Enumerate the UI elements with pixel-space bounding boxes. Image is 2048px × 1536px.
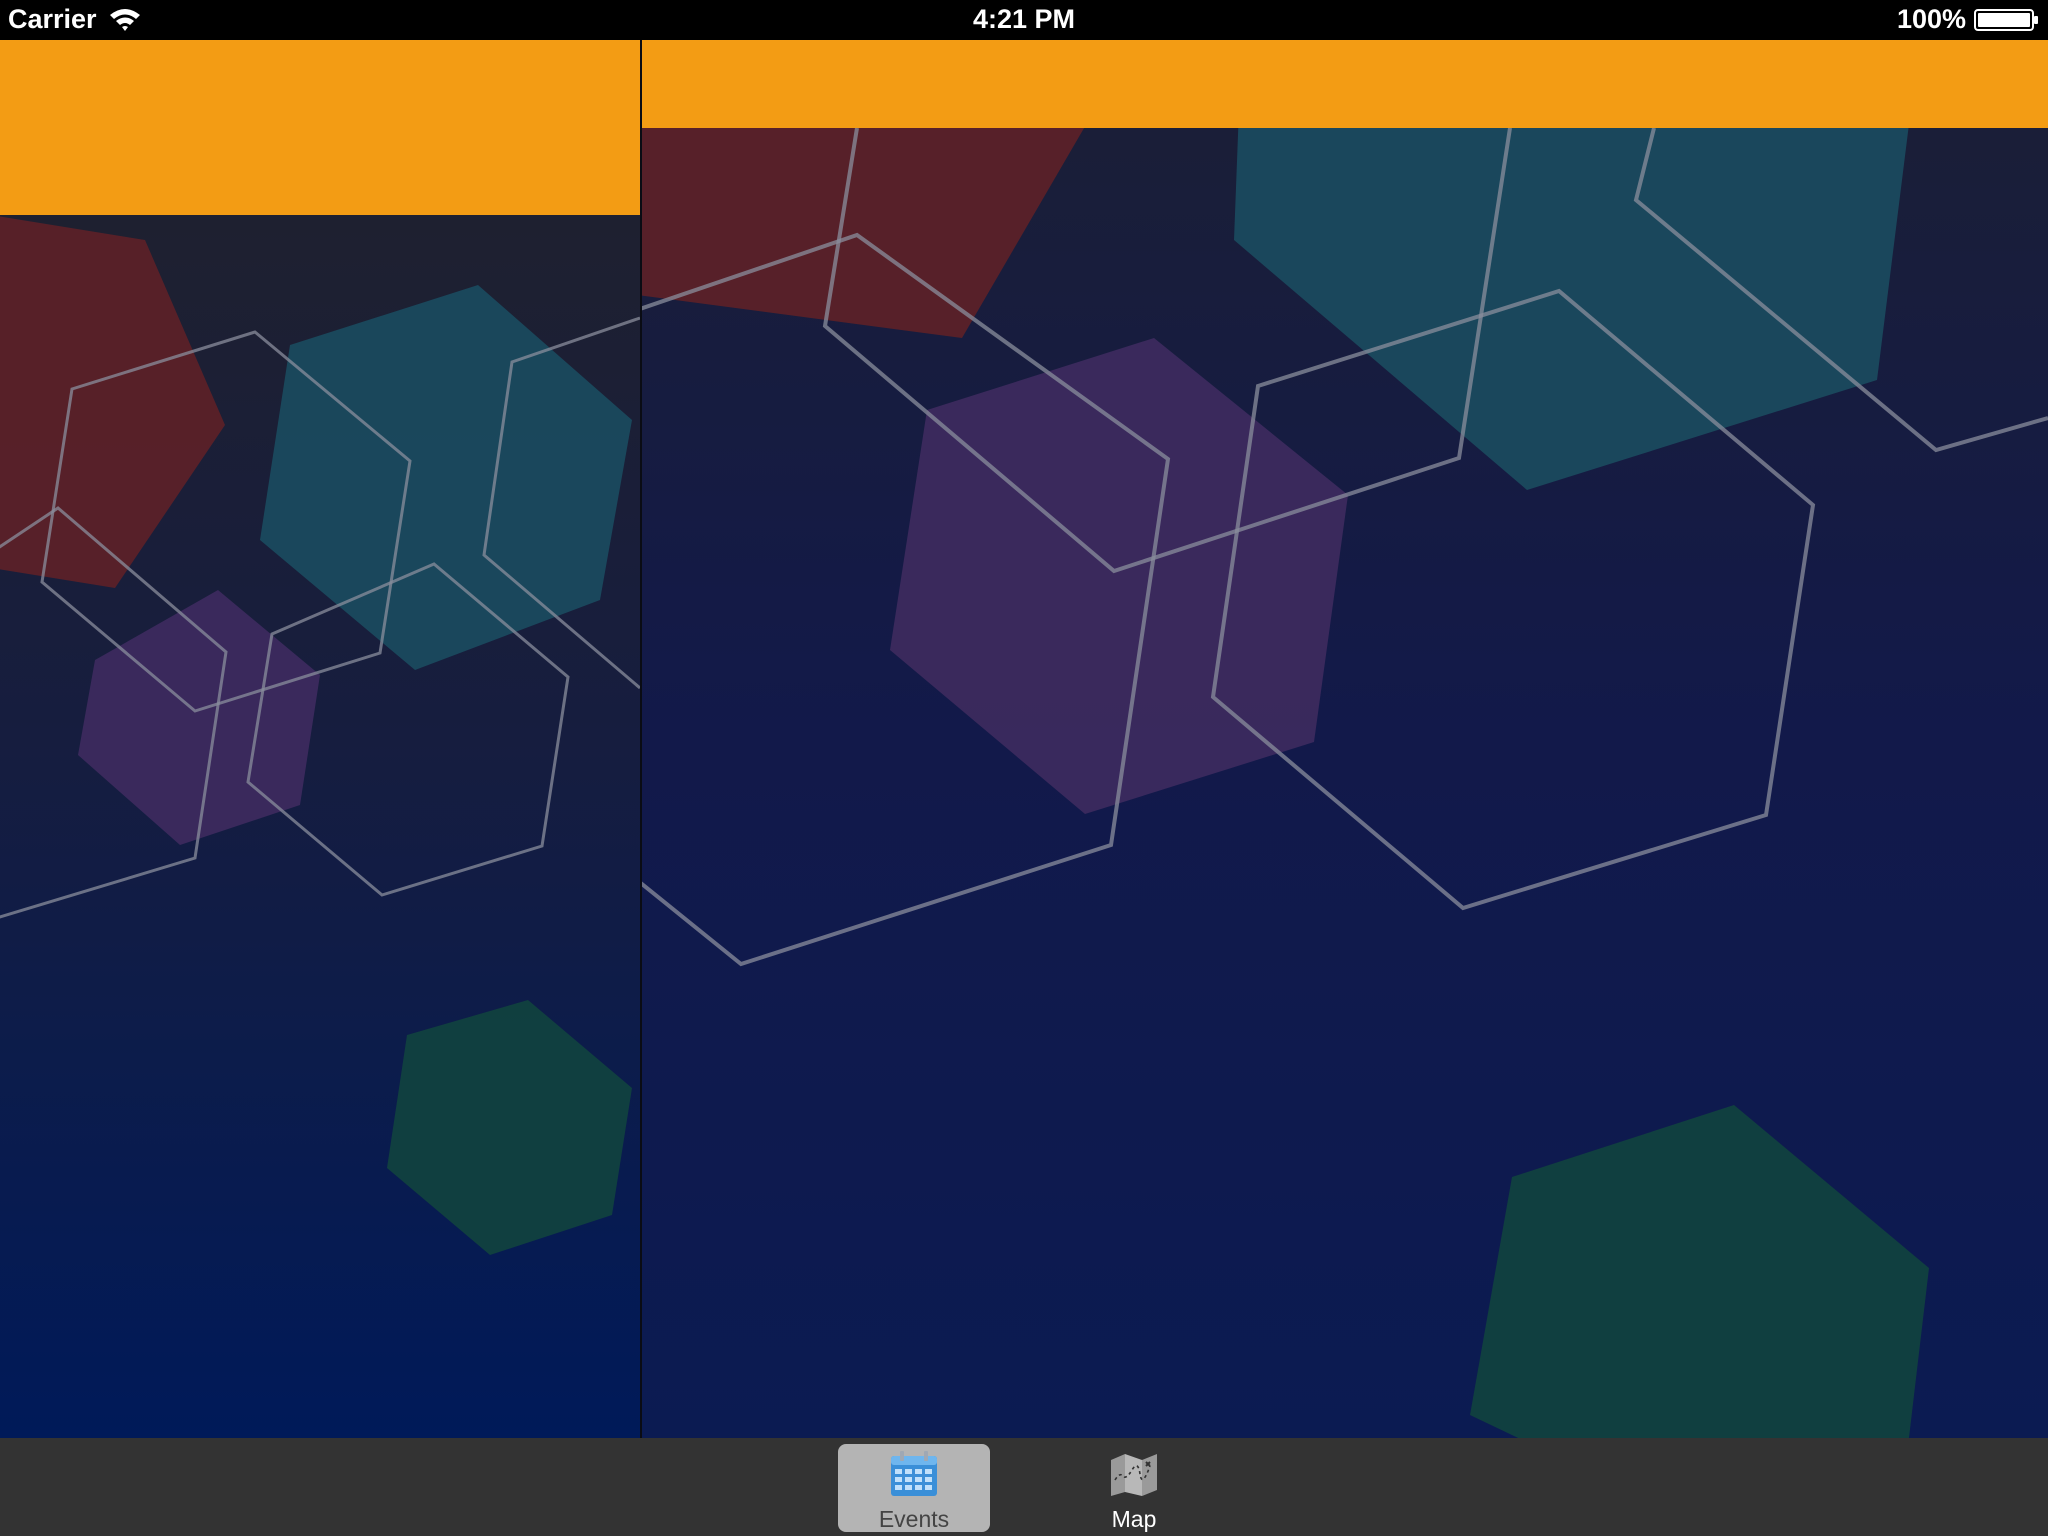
hexagon-background	[0, 40, 640, 1438]
master-pane	[0, 40, 640, 1438]
hexagon-background	[642, 40, 2048, 1438]
tab-map-label: Map	[1111, 1506, 1157, 1532]
detail-navigation-bar	[642, 40, 2048, 128]
tab-map[interactable]: Map	[1058, 1444, 1210, 1532]
status-bar: Carrier 4:21 PM 100%	[0, 0, 2048, 40]
map-icon	[1111, 1454, 1157, 1496]
tab-events[interactable]: Events	[838, 1444, 990, 1532]
status-time: 4:21 PM	[972, 4, 1076, 34]
calendar-icon	[891, 1451, 937, 1496]
master-navigation-bar	[0, 40, 640, 215]
battery-icon	[1974, 9, 2038, 31]
app-screen: Carrier 4:21 PM 100% Events Map	[0, 0, 2048, 1536]
battery-percentage: 100%	[1896, 4, 1966, 34]
tab-bar: Events Map	[0, 1438, 2048, 1536]
tab-events-label: Events	[878, 1506, 950, 1532]
detail-pane	[642, 40, 2048, 1438]
